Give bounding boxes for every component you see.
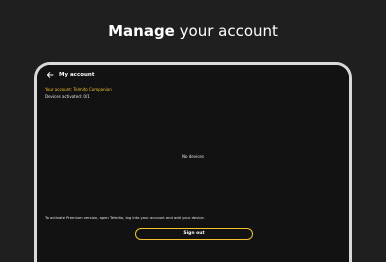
app-bar: My account: [37, 65, 349, 85]
promo-headline: Manage your account: [0, 20, 386, 42]
account-name: Your account: Telmito Companion: [45, 87, 112, 92]
devices-activated: Devices activated: 0/1: [45, 94, 90, 99]
back-arrow-icon[interactable]: [45, 70, 55, 80]
headline-rest: your account: [179, 22, 278, 40]
sign-out-button[interactable]: Sign out: [135, 228, 253, 240]
app-screen: My account Your account: Telmito Compani…: [37, 65, 349, 262]
headline-strong: Manage: [108, 22, 175, 40]
empty-state-text: No devices: [182, 154, 204, 159]
page-title: My account: [59, 72, 95, 78]
premium-hint: To activate Premium version, open Telmit…: [45, 216, 205, 220]
tablet-frame: My account Your account: Telmito Compani…: [34, 62, 352, 262]
